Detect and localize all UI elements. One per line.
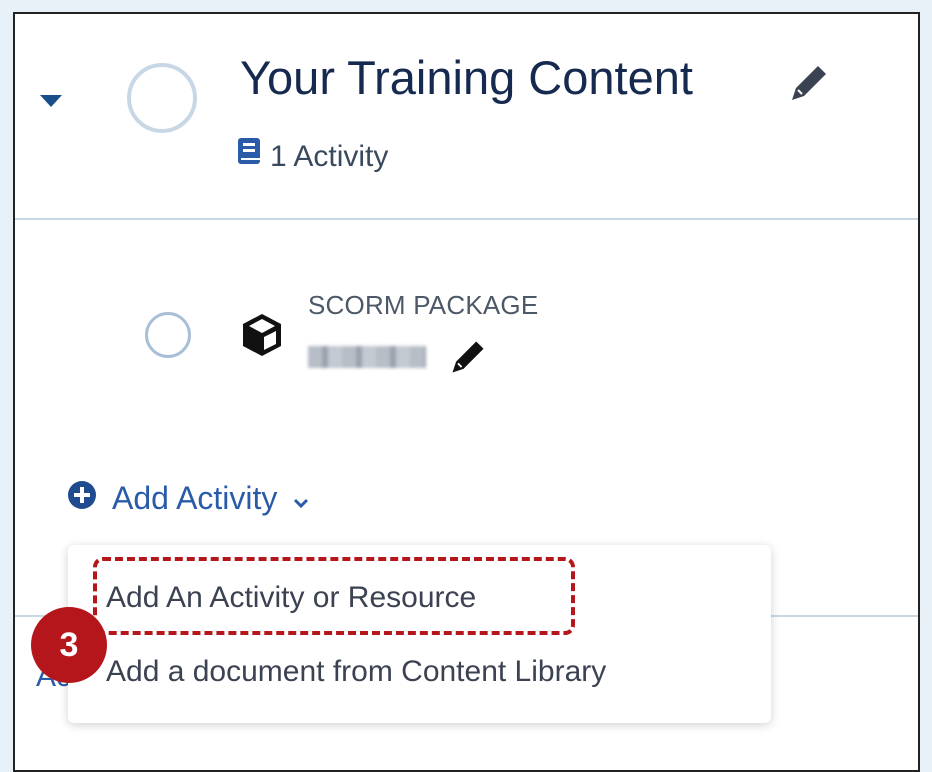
cube-icon <box>240 312 284 363</box>
add-activity-button[interactable]: Add Activity <box>68 480 309 517</box>
edit-title-pencil-icon[interactable] <box>786 63 832 108</box>
section-completion-circle <box>127 63 197 133</box>
activity-count-label: 1 Activity <box>270 140 389 173</box>
menu-item-add-document-from-library[interactable]: Add a document from Content Library <box>106 655 606 689</box>
activity-count: 1 Activity <box>238 138 389 175</box>
edit-activity-pencil-icon[interactable] <box>447 338 489 381</box>
plus-circle-icon <box>68 480 96 517</box>
section-title: Your Training Content <box>240 51 693 104</box>
book-icon <box>238 138 260 172</box>
activity-name-redacted[interactable] <box>308 346 426 368</box>
activity-completion-circle <box>145 312 191 358</box>
collapse-caret-icon[interactable] <box>40 95 62 107</box>
section-divider <box>15 218 918 220</box>
highlight-dashed-box <box>93 557 575 635</box>
step-number-badge: 3 <box>31 607 107 683</box>
chevron-down-icon <box>293 480 309 517</box>
activity-type-label: SCORM PACKAGE <box>308 290 539 320</box>
add-activity-label: Add Activity <box>112 480 278 516</box>
